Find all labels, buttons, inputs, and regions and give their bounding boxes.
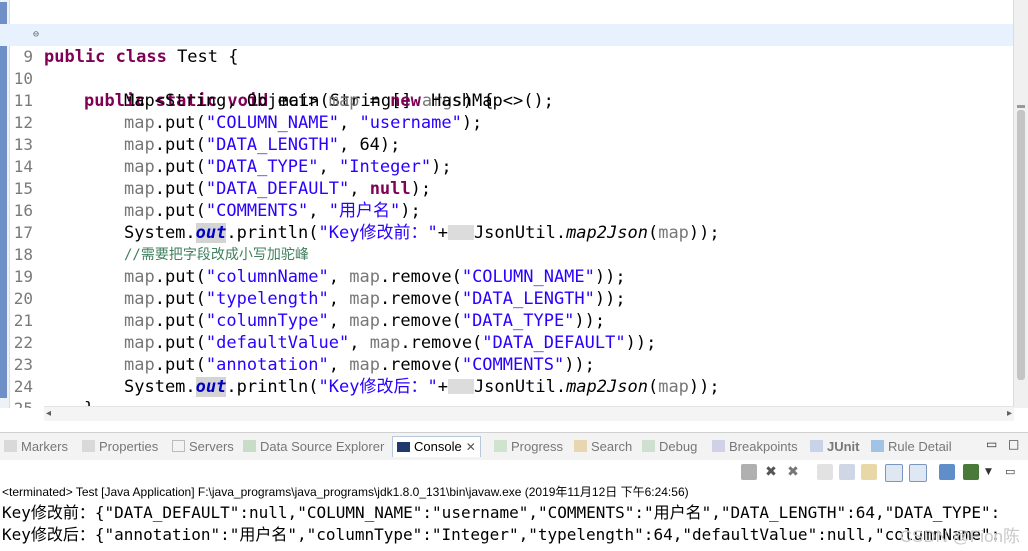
- terminate-icon[interactable]: [741, 464, 757, 480]
- fold-toggle-icon[interactable]: ⊖: [33, 24, 39, 46]
- code-line[interactable]: 23 System.out.println("Key修改后："+ JsonUtil…: [0, 332, 1020, 397]
- overview-marker[interactable]: [1017, 105, 1025, 108]
- word-wrap-icon[interactable]: [861, 464, 877, 480]
- code-lines[interactable]: 8 public class Test { 9 ⊖ public static …: [0, 2, 1020, 408]
- show-stdout-icon[interactable]: [885, 464, 903, 482]
- code-line[interactable]: 15 map.put("COMMENTS", "用户名");: [0, 156, 1020, 221]
- horizontal-scrollbar[interactable]: ◂ ▸: [44, 406, 1014, 421]
- watermark: CSDN @Fion陈: [899, 527, 1020, 546]
- minimize-icon[interactable]: ▭: [986, 437, 997, 451]
- code-line[interactable]: 20 map.put("columnType", map.remove("DAT…: [0, 266, 1020, 331]
- tab-breakpoints[interactable]: Breakpoints: [712, 437, 798, 457]
- tab-console[interactable]: Console ✕: [392, 436, 481, 457]
- show-stderr-icon[interactable]: [909, 464, 927, 482]
- tab-progress[interactable]: Progress: [494, 437, 563, 457]
- markers-icon: [4, 440, 17, 452]
- tab-junit[interactable]: JUnit: [810, 437, 860, 457]
- maximize-icon[interactable]: □: [1008, 437, 1019, 451]
- code-line[interactable]: 21 map.put("defaultValue", map.remove("D…: [0, 288, 1020, 353]
- vertical-scrollbar[interactable]: [1013, 0, 1028, 408]
- code-line[interactable]: 24 }: [0, 354, 1020, 408]
- remove-launch-icon[interactable]: ✖: [763, 464, 779, 480]
- scroll-right-icon[interactable]: ▸: [1007, 407, 1012, 421]
- code-editor[interactable]: 8 public class Test { 9 ⊖ public static …: [0, 0, 1028, 408]
- search-icon: [574, 440, 587, 452]
- tab-servers[interactable]: Servers: [172, 437, 234, 457]
- display-console-icon[interactable]: [963, 464, 979, 480]
- code-line[interactable]: 12 map.put("DATA_LENGTH", 64);: [0, 90, 1020, 155]
- close-icon[interactable]: ✕: [466, 440, 476, 454]
- remove-all-icon[interactable]: ✖: [785, 464, 801, 480]
- console-output-line: Key修改后：{"annotation":"用户名","columnType":…: [2, 525, 1001, 544]
- scroll-thumb[interactable]: [1017, 110, 1025, 380]
- scroll-lock-icon[interactable]: [839, 464, 855, 480]
- console-toolbar: ✖ ✖ ▼ ▭: [0, 460, 1028, 484]
- line-number: 25: [9, 398, 33, 408]
- rule-icon: [871, 440, 884, 452]
- code-line[interactable]: 25 }: [0, 376, 1020, 408]
- console-output-line: Key修改前：{"DATA_DEFAULT":null,"COLUMN_NAME…: [2, 503, 1001, 522]
- tab-rule-detail[interactable]: Rule Detail: [871, 437, 952, 457]
- code-line[interactable]: 22 map.put("annotation", map.remove("COM…: [0, 310, 1020, 375]
- bug-icon: [642, 440, 655, 452]
- chevron-down-icon[interactable]: ▼: [985, 464, 1001, 480]
- code-line[interactable]: 16 System.out.println("Key修改前："+ JsonUtil…: [0, 178, 1020, 243]
- progress-icon: [494, 440, 507, 452]
- junit-icon: [810, 440, 823, 452]
- code-line-current[interactable]: 9 ⊖ public static void main(String[] arg…: [0, 24, 1020, 111]
- console-status: <terminated> Test [Java Application] F:\…: [2, 485, 689, 499]
- code-line[interactable]: 11 map.put("COLUMN_NAME", "username");: [0, 68, 1020, 133]
- clear-console-icon[interactable]: [817, 464, 833, 480]
- code-line[interactable]: 19 map.put("typelength", map.remove("DAT…: [0, 244, 1020, 309]
- servers-icon: [172, 440, 185, 452]
- properties-icon: [82, 440, 95, 452]
- minimize-icon[interactable]: ▭: [1005, 464, 1021, 480]
- console-icon: [397, 442, 410, 452]
- code-line[interactable]: 17 //需要把字段改成小写加驼峰: [0, 200, 1020, 263]
- tab-markers[interactable]: Markers: [4, 437, 68, 457]
- code-line[interactable]: 14 map.put("DATA_DEFAULT", null);: [0, 134, 1020, 199]
- pin-console-icon[interactable]: [939, 464, 955, 480]
- data-source-icon: [243, 440, 256, 452]
- scroll-left-icon[interactable]: ◂: [46, 407, 51, 421]
- views-tab-bar: Markers Properties Servers Data Source E…: [0, 432, 1028, 462]
- code-line[interactable]: 10 Map<String, Object> map = new HashMap…: [0, 46, 1020, 111]
- tab-properties[interactable]: Properties: [82, 437, 158, 457]
- breakpoints-icon: [712, 440, 725, 452]
- code-line[interactable]: 8 public class Test {: [0, 2, 1020, 67]
- tab-search[interactable]: Search: [574, 437, 632, 457]
- tab-debug[interactable]: Debug: [642, 437, 697, 457]
- code-line[interactable]: 18 map.put("columnName", map.remove("COL…: [0, 222, 1020, 287]
- code-line[interactable]: 13 map.put("DATA_TYPE", "Integer");: [0, 112, 1020, 177]
- tab-data-source-explorer[interactable]: Data Source Explorer: [243, 437, 384, 457]
